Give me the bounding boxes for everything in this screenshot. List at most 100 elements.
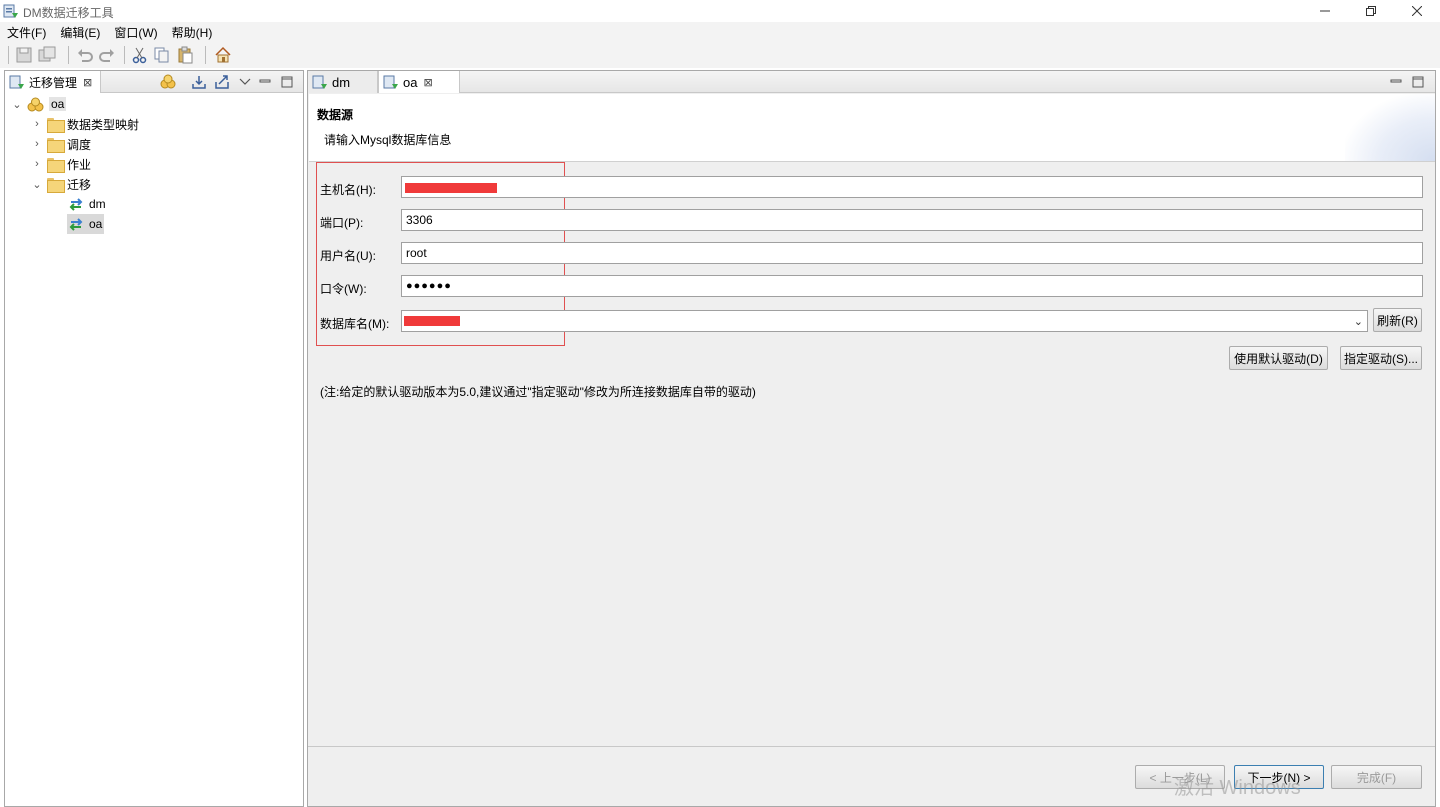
close-window-button[interactable] <box>1394 0 1440 22</box>
username-input[interactable]: root <box>401 242 1423 264</box>
port-input[interactable]: 3306 <box>401 209 1423 231</box>
default-driver-button[interactable]: 使用默认驱动(D) <box>1229 346 1328 370</box>
wizard-header: 数据源 请输入Mysql数据库信息 <box>309 94 1435 162</box>
tree-item-label: 迁移 <box>67 177 92 192</box>
tree-root-oa[interactable]: ⌄ oa <box>11 94 67 114</box>
tree-item-label: 作业 <box>67 157 92 172</box>
minimize-icon <box>1320 10 1330 12</box>
paste-icon[interactable] <box>176 46 194 64</box>
copy-icon[interactable] <box>153 46 171 64</box>
maximize-view-icon[interactable] <box>1410 74 1426 90</box>
databases-icon[interactable] <box>160 74 176 90</box>
tree-item-label: oa <box>89 217 103 231</box>
password-label: 口令(W): <box>320 282 367 296</box>
migration-manager-icon <box>9 75 24 89</box>
editor-area: dm oa ⊠ 数据源 请输入Mysql数据库信息 主机名(H): 端口(P):… <box>307 70 1436 807</box>
password-input[interactable]: ●●●●●● <box>401 275 1423 297</box>
tree-item-label: 数据类型映射 <box>67 117 140 132</box>
tab-dm[interactable]: dm <box>308 71 378 93</box>
migration-arrow-icon <box>69 198 83 211</box>
tree-item-label: dm <box>89 197 106 211</box>
title-bar: DM数据迁移工具 <box>0 0 1440 22</box>
migration-doc-icon <box>312 75 327 89</box>
undo-icon[interactable] <box>76 46 94 64</box>
minimize-view-icon[interactable] <box>257 74 273 90</box>
tree-item-type-mapping[interactable]: › 数据类型映射 <box>31 114 139 134</box>
migration-manager-panel: 迁移管理 ⊠ ⌄ oa › 数据类型映射 › 调度 › 作业 ⌄ 迁移 dm o… <box>4 70 304 807</box>
minimize-view-icon[interactable] <box>1388 74 1404 90</box>
save-all-icon[interactable] <box>38 46 56 64</box>
tab-label: dm <box>332 74 351 90</box>
menu-bar: 文件(F) 编辑(E) 窗口(W) 帮助(H) <box>0 22 1440 42</box>
close-icon[interactable]: ⊠ <box>83 76 92 89</box>
save-icon[interactable] <box>15 46 33 64</box>
port-label: 端口(P): <box>320 216 364 230</box>
restore-button[interactable] <box>1348 0 1394 22</box>
chevron-right-icon[interactable]: › <box>31 158 43 170</box>
host-label: 主机名(H): <box>320 183 376 197</box>
tree-item-label: 调度 <box>67 137 92 152</box>
finish-button[interactable]: 完成(F) <box>1331 765 1422 789</box>
refresh-button[interactable]: 刷新(R) <box>1373 308 1422 332</box>
host-input[interactable] <box>401 176 1423 198</box>
redo-icon[interactable] <box>98 46 116 64</box>
tree-root-label: oa <box>49 97 67 111</box>
redacted-host <box>405 183 497 193</box>
import-icon[interactable] <box>191 74 207 90</box>
chevron-down-icon[interactable]: ⌄ <box>31 178 43 191</box>
driver-note: (注:给定的默认驱动版本为5.0,建议通过"指定驱动"修改为所连接数据库自带的驱… <box>320 385 756 399</box>
tree-item-migration-dm[interactable]: dm <box>67 194 106 214</box>
tab-migration-manager[interactable]: 迁移管理 ⊠ <box>5 71 101 93</box>
export-icon[interactable] <box>214 74 230 90</box>
toolbar-separator <box>124 46 125 64</box>
menu-file[interactable]: 文件(F) <box>0 24 53 41</box>
window-title: DM数据迁移工具 <box>23 6 114 20</box>
database-label: 数据库名(M): <box>320 317 390 331</box>
tab-oa[interactable]: oa ⊠ <box>378 71 460 93</box>
tree-item-migrations[interactable]: ⌄ 迁移 <box>31 174 91 194</box>
activation-watermark: 激活 Windows <box>1174 777 1301 799</box>
username-label: 用户名(U): <box>320 249 376 263</box>
tree-item-jobs[interactable]: › 作业 <box>31 154 91 174</box>
toolbar <box>0 42 1440 68</box>
chevron-right-icon[interactable]: › <box>31 138 43 150</box>
tab-label: 迁移管理 <box>29 75 78 90</box>
restore-icon <box>1366 6 1376 16</box>
toolbar-separator <box>68 46 69 64</box>
specify-driver-button[interactable]: 指定驱动(S)... <box>1340 346 1422 370</box>
menu-edit[interactable]: 编辑(E) <box>53 24 107 41</box>
footer-divider <box>308 746 1435 747</box>
tree-item-migration-oa[interactable]: oa <box>67 214 105 234</box>
minimize-button[interactable] <box>1302 0 1348 22</box>
panel-header: 迁移管理 ⊠ <box>5 71 303 93</box>
tree-item-schedule[interactable]: › 调度 <box>31 134 91 154</box>
database-select[interactable]: ⌄ <box>401 310 1368 332</box>
home-icon[interactable] <box>214 46 232 64</box>
folder-icon <box>47 137 65 153</box>
chevron-right-icon[interactable]: › <box>31 118 43 130</box>
toolbar-separator <box>205 46 206 64</box>
page-description: 请输入Mysql数据库信息 <box>324 133 452 147</box>
redacted-database <box>404 316 460 326</box>
view-menu-icon[interactable] <box>237 74 253 90</box>
toolbar-grip <box>8 46 9 64</box>
chevron-down-icon[interactable]: ⌄ <box>11 98 23 111</box>
database-group-icon <box>27 97 44 112</box>
header-banner-graphic <box>1345 94 1435 161</box>
maximize-view-icon[interactable] <box>279 74 295 90</box>
app-icon <box>3 4 18 18</box>
migration-doc-icon <box>383 75 398 89</box>
migration-arrow-icon <box>69 218 83 231</box>
folder-icon <box>47 117 65 133</box>
close-icon[interactable]: ⊠ <box>423 76 432 89</box>
cut-icon[interactable] <box>131 46 149 64</box>
editor-tab-bar: dm oa ⊠ <box>308 71 1435 93</box>
chevron-down-icon[interactable]: ⌄ <box>1354 315 1363 328</box>
folder-icon <box>47 177 65 193</box>
tab-label: oa <box>403 74 418 90</box>
menu-help[interactable]: 帮助(H) <box>165 24 220 41</box>
folder-icon <box>47 157 65 173</box>
close-icon <box>1412 6 1422 16</box>
page-title: 数据源 <box>317 108 354 122</box>
menu-window[interactable]: 窗口(W) <box>107 24 164 41</box>
